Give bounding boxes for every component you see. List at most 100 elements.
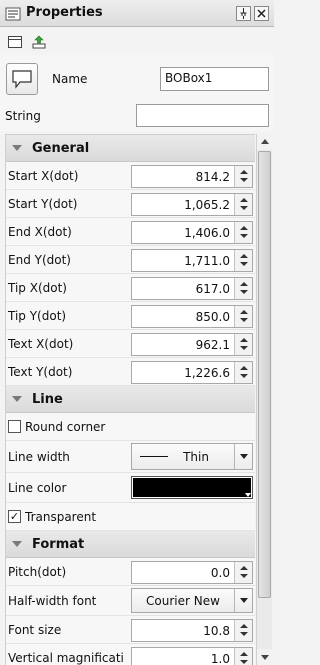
start-x-spinner[interactable] [234, 166, 252, 187]
section-general[interactable]: General [6, 135, 255, 162]
text-y-spinner[interactable] [234, 362, 252, 383]
name-label: Name [52, 72, 88, 86]
line-width-dropdown-button[interactable] [234, 444, 252, 469]
line-width-value: Thin [183, 450, 209, 464]
round-corner-row: Round corner [6, 413, 255, 441]
pitch-value: 0.0 [210, 566, 230, 580]
text-x-value: 962.1 [195, 338, 230, 352]
property-row: Pitch(dot) 0.0 [6, 558, 255, 586]
end-x-field[interactable]: 1,406.0 [131, 221, 253, 244]
tip-x-label: Tip X(dot) [8, 281, 67, 295]
half-width-font-value: Courier New [146, 594, 220, 608]
font-size-field[interactable]: 10.8 [131, 619, 253, 642]
tip-x-spinner[interactable] [234, 278, 252, 299]
transparent-label: Transparent [25, 510, 97, 524]
end-x-value: 1,406.0 [184, 226, 230, 240]
property-grid: General Start X(dot) 814.2 Start Y(dot) … [5, 134, 255, 665]
properties-icon [5, 7, 21, 21]
tip-x-field[interactable]: 617.0 [131, 277, 253, 300]
font-row: Half-width font Courier New [6, 586, 255, 616]
round-corner-label: Round corner [25, 420, 106, 434]
property-row: Tip X(dot) 617.0 [6, 274, 255, 302]
transparent-checkbox[interactable]: ✓ [8, 510, 21, 523]
section-line-label: Line [32, 392, 63, 407]
end-x-spinner[interactable] [234, 222, 252, 243]
line-color-picker[interactable] [131, 476, 253, 499]
end-y-spinner[interactable] [234, 250, 252, 271]
window-icon[interactable] [7, 34, 23, 50]
panel-titlebar: Properties [0, 0, 274, 27]
speech-balloon-icon [12, 70, 32, 89]
collapse-arrow-icon[interactable] [12, 145, 22, 151]
transparent-row: ✓ Transparent [6, 503, 255, 531]
text-y-label: Text Y(dot) [8, 365, 73, 379]
line-width-select[interactable]: Thin [131, 443, 253, 470]
start-y-field[interactable]: 1,065.2 [131, 193, 253, 216]
text-y-field[interactable]: 1,226.6 [131, 361, 253, 384]
panel-toolbar [0, 27, 274, 55]
font-dropdown-button[interactable] [234, 589, 252, 612]
section-line[interactable]: Line [6, 386, 255, 413]
name-input[interactable]: BOBox1 [160, 67, 269, 91]
tip-x-value: 617.0 [195, 282, 230, 296]
vertical-magnification-value: 1.0 [210, 652, 230, 665]
panel-title: Properties [26, 5, 103, 20]
up-arrow-icon[interactable] [31, 34, 47, 50]
scroll-up-button[interactable] [257, 134, 272, 150]
line-color-swatch [133, 478, 251, 497]
font-size-spinner[interactable] [234, 620, 252, 641]
vertical-magnification-label: Vertical magnificati [8, 651, 124, 665]
font-size-label: Font size [8, 623, 62, 637]
end-y-label: End Y(dot) [8, 253, 71, 267]
property-row: Start X(dot) 814.2 [6, 162, 255, 190]
vertical-scrollbar[interactable] [256, 134, 272, 665]
text-x-spinner[interactable] [234, 334, 252, 355]
half-width-font-select[interactable]: Courier New [131, 588, 253, 613]
end-y-field[interactable]: 1,711.0 [131, 249, 253, 272]
tip-y-label: Tip Y(dot) [8, 309, 67, 323]
line-color-row: Line color [6, 473, 255, 503]
font-size-value: 10.8 [203, 624, 230, 638]
text-x-field[interactable]: 962.1 [131, 333, 253, 356]
balloon-shape-button[interactable] [6, 63, 38, 95]
start-y-label: Start Y(dot) [8, 197, 78, 211]
tip-y-value: 850.0 [195, 310, 230, 324]
chevron-down-icon [245, 493, 251, 497]
end-y-value: 1,711.0 [184, 254, 230, 268]
section-format[interactable]: Format [6, 531, 255, 558]
chevron-down-icon [240, 598, 248, 603]
property-row: Vertical magnificati 1.0 [6, 644, 255, 665]
object-header: Name BOBox1 String [0, 55, 274, 131]
text-x-label: Text X(dot) [8, 337, 74, 351]
start-y-spinner[interactable] [234, 194, 252, 215]
scroll-down-button[interactable] [257, 649, 272, 665]
end-x-label: End X(dot) [8, 225, 72, 239]
property-row: Tip Y(dot) 850.0 [6, 302, 255, 330]
line-color-label: Line color [8, 481, 67, 495]
start-y-value: 1,065.2 [184, 198, 230, 212]
vertical-magnification-spinner[interactable] [234, 648, 252, 665]
half-width-font-label: Half-width font [8, 594, 97, 608]
start-x-label: Start X(dot) [8, 169, 79, 183]
line-width-label: Line width [8, 450, 70, 464]
collapse-arrow-icon[interactable] [12, 541, 22, 547]
pin-icon[interactable] [236, 6, 251, 21]
scroll-thumb[interactable] [258, 151, 271, 598]
property-row: Font size 10.8 [6, 616, 255, 644]
line-width-row: Line width Thin [6, 441, 255, 473]
close-icon[interactable] [254, 6, 269, 21]
property-row: Start Y(dot) 1,065.2 [6, 190, 255, 218]
tip-y-field[interactable]: 850.0 [131, 305, 253, 328]
collapse-arrow-icon[interactable] [12, 396, 22, 402]
string-input[interactable] [136, 104, 269, 127]
pitch-spinner[interactable] [234, 562, 252, 583]
round-corner-checkbox[interactable] [8, 420, 21, 433]
pitch-label: Pitch(dot) [8, 565, 67, 579]
start-x-value: 814.2 [195, 170, 230, 184]
vertical-magnification-field[interactable]: 1.0 [131, 647, 253, 665]
start-x-field[interactable]: 814.2 [131, 165, 253, 188]
property-row: End Y(dot) 1,711.0 [6, 246, 255, 274]
pitch-field[interactable]: 0.0 [131, 561, 253, 584]
tip-y-spinner[interactable] [234, 306, 252, 327]
string-label: String [5, 109, 41, 123]
